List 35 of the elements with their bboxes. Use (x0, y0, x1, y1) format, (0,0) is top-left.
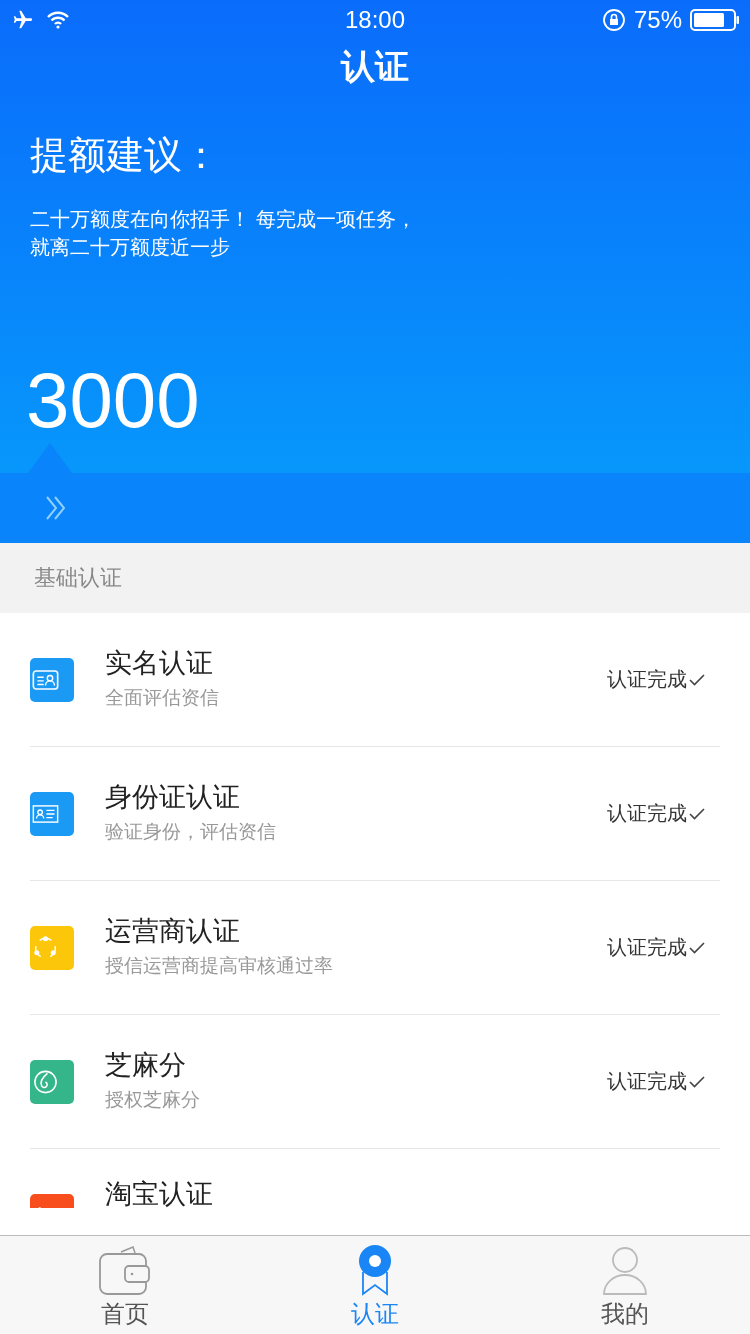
status-label: 认证完成 (607, 1068, 687, 1095)
item-title: 实名认证 (105, 647, 213, 678)
page-title: 认证 (341, 45, 409, 88)
status-label: 认证完成 (607, 666, 687, 693)
item-title: 身份证认证 (105, 781, 240, 812)
description-line: 二十万额度在向你招手！ 每完成一项任务， (30, 206, 417, 233)
wallet-icon (99, 1246, 151, 1296)
tab[interactable]: 首页 (0, 1236, 250, 1334)
item-subtitle: 全面评估资信 (105, 685, 219, 711)
wifi-icon (46, 11, 70, 29)
status-label: 认证完成 (607, 800, 687, 827)
item-subtitle: 验证身份，评估资信 (105, 819, 276, 845)
verification-item[interactable]: 芝麻分 授权芝麻分 认证完成 (30, 1015, 720, 1149)
verification-item[interactable]: 运营商认证 授信运营商提高审核通过率 认证完成 (30, 881, 720, 1015)
heading: 提额建议： (30, 132, 220, 179)
item-subtitle: 授信运营商提高审核通过率 (105, 953, 333, 979)
item-title: 芝麻分 (105, 1049, 186, 1080)
verification-item[interactable]: 身份证认证 验证身份，评估资信 认证完成 (30, 747, 720, 881)
tab[interactable]: 我的 (500, 1236, 750, 1334)
description-line: 就离二十万额度近一步 (30, 234, 230, 261)
battery-icon (690, 9, 740, 31)
status-label: 认证完成 (607, 934, 687, 961)
battery-percent: 75% (633, 6, 682, 34)
badge-icon (358, 1244, 392, 1296)
status-time: 18:00 (344, 6, 406, 34)
person-icon (602, 1246, 648, 1296)
verification-item[interactable]: 实名认证 全面评估资信 认证完成 (30, 613, 720, 747)
double-chevron-icon (44, 495, 68, 521)
section-header: 基础认证 (0, 543, 750, 613)
credit-amount: 3000 (26, 361, 200, 439)
item-title: 运营商认证 (105, 915, 240, 946)
item-title: 淘宝认证 (105, 1179, 213, 1208)
item-subtitle: 授权芝麻分 (105, 1087, 200, 1113)
verification-item[interactable]: 淘宝认证 (30, 1149, 720, 1208)
rotation-lock-icon (601, 8, 626, 32)
